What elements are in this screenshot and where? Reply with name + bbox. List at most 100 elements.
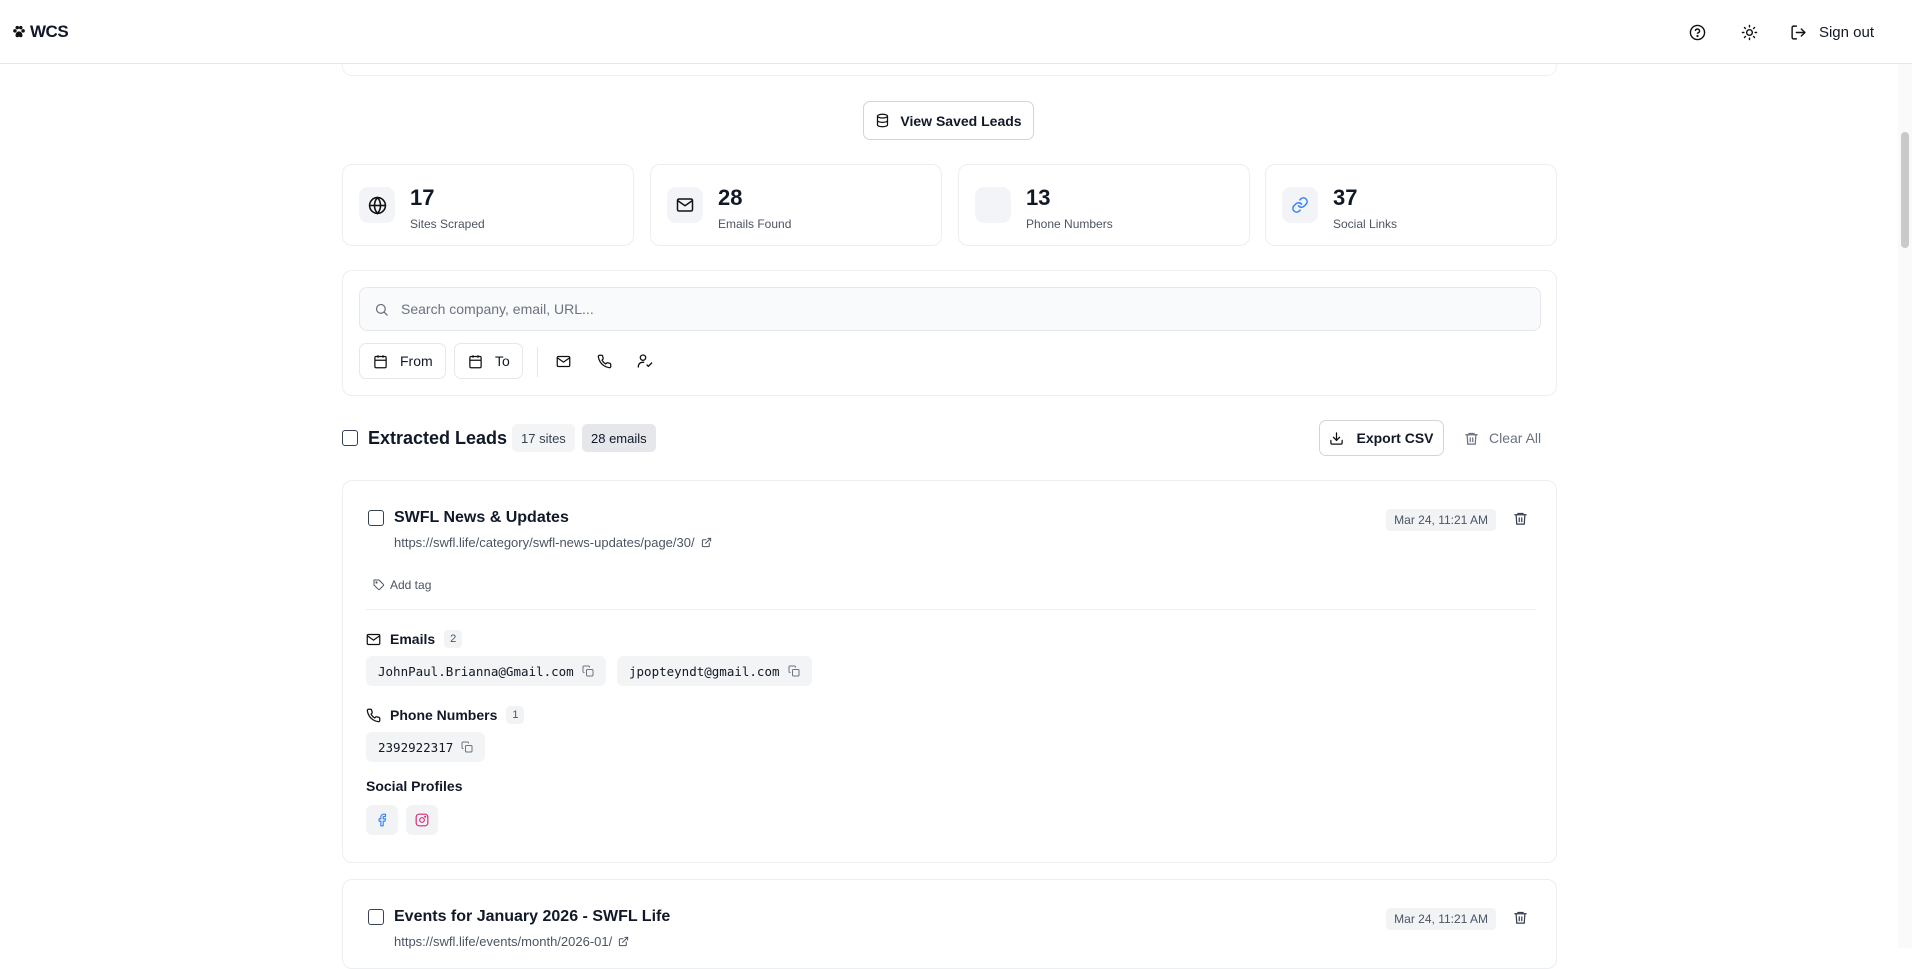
lead-card: SWFL News & Updates https://swfl.life/ca… xyxy=(342,480,1557,863)
lead-select-checkbox[interactable] xyxy=(368,909,384,925)
email-text: JohnPaul.Brianna@Gmail.com xyxy=(378,663,574,679)
copy-icon[interactable] xyxy=(582,665,594,677)
sign-out-label: Sign out xyxy=(1818,23,1874,41)
mail-icon xyxy=(366,632,381,647)
emails-count: 2 xyxy=(444,630,463,648)
clear-all-button[interactable]: Clear All xyxy=(1464,420,1541,456)
email-text: jpopteyndt@gmail.com xyxy=(629,663,780,679)
delete-lead-button[interactable] xyxy=(1513,910,1528,925)
lead-select-checkbox[interactable] xyxy=(368,510,384,526)
sites-count-badge: 17 sites xyxy=(512,424,575,452)
emails-section-header: Emails 2 xyxy=(366,630,463,648)
lead-title: SWFL News & Updates xyxy=(394,509,569,526)
export-csv-button[interactable]: Export CSV xyxy=(1319,420,1444,456)
phone-text: 2392922317 xyxy=(378,739,454,755)
copy-icon[interactable] xyxy=(788,665,800,677)
page-scrollbar[interactable] xyxy=(1898,64,1912,948)
stat-value: 13 xyxy=(1026,185,1051,210)
date-to-label: To xyxy=(495,353,510,369)
filter-panel: From To xyxy=(342,270,1557,396)
date-to-button[interactable]: To xyxy=(454,343,523,379)
filter-has-email-button[interactable] xyxy=(545,343,581,379)
search-icon xyxy=(374,302,389,317)
social-profiles-label: Social Profiles xyxy=(366,778,463,794)
theme-toggle-button[interactable] xyxy=(1724,0,1776,64)
sun-icon xyxy=(1741,24,1758,41)
stat-value: 17 xyxy=(410,185,435,210)
instagram-icon xyxy=(415,813,429,827)
top-navbar: WCS Sign out xyxy=(0,0,1912,64)
stat-label: Emails Found xyxy=(718,217,792,231)
mail-icon xyxy=(667,187,703,223)
stat-card-sites: 17 Sites Scraped xyxy=(342,164,634,246)
select-all-checkbox[interactable] xyxy=(342,430,358,446)
lead-url-text: https://swfl.life/category/swfl-news-upd… xyxy=(394,535,695,550)
phones-count: 1 xyxy=(506,706,525,724)
phones-section-label: Phone Numbers xyxy=(390,707,498,723)
instagram-link[interactable] xyxy=(406,805,438,835)
lead-title: Events for January 2026 - SWFL Life xyxy=(394,908,671,925)
email-chip[interactable]: JohnPaul.Brianna@Gmail.com xyxy=(366,656,606,686)
external-link-icon xyxy=(701,537,712,548)
view-saved-leads-button[interactable]: View Saved Leads xyxy=(863,101,1034,140)
phone-icon xyxy=(366,708,381,723)
sign-out-button[interactable]: Sign out xyxy=(1776,0,1912,64)
user-check-icon xyxy=(637,353,653,369)
filter-divider xyxy=(537,347,538,377)
export-csv-label: Export CSV xyxy=(1356,430,1434,446)
external-link-icon xyxy=(618,936,629,947)
lead-card: Events for January 2026 - SWFL Life http… xyxy=(342,879,1557,969)
mail-icon xyxy=(556,354,571,369)
email-chip[interactable]: jpopteyndt@gmail.com xyxy=(617,656,812,686)
help-button[interactable] xyxy=(1672,0,1724,64)
emails-count-badge: 28 emails xyxy=(582,424,656,452)
phone-chip[interactable]: 2392922317 xyxy=(366,732,486,762)
add-tag-label: Add tag xyxy=(390,578,432,592)
stat-label: Social Links xyxy=(1333,217,1398,231)
facebook-link[interactable] xyxy=(366,805,398,835)
lead-url-text: https://swfl.life/events/month/2026-01/ xyxy=(394,934,613,949)
calendar-icon xyxy=(468,354,483,369)
stat-label: Phone Numbers xyxy=(1026,217,1113,231)
add-tag-button[interactable]: Add tag xyxy=(373,578,431,592)
phone-stat-icon-placeholder xyxy=(975,187,1011,223)
stat-card-emails: 28 Emails Found xyxy=(650,164,942,246)
phone-icon xyxy=(597,354,612,369)
search-input[interactable] xyxy=(401,301,1501,317)
facebook-icon xyxy=(375,813,389,827)
lead-date-badge: Mar 24, 11:21 AM xyxy=(1386,908,1496,930)
globe-icon xyxy=(359,187,395,223)
trash-icon xyxy=(1513,910,1528,925)
leads-title: Extracted Leads xyxy=(368,428,508,448)
clear-all-label: Clear All xyxy=(1489,430,1542,446)
stat-value: 28 xyxy=(718,185,743,210)
calendar-icon xyxy=(373,354,388,369)
help-circle-icon xyxy=(1689,24,1706,41)
app-logo[interactable]: WCS xyxy=(12,22,69,42)
trash-icon xyxy=(1513,511,1528,526)
lead-divider xyxy=(366,609,1536,610)
copy-icon[interactable] xyxy=(461,741,473,753)
filter-has-phone-button[interactable] xyxy=(586,343,622,379)
database-icon xyxy=(875,113,890,128)
stat-card-phones: 13 Phone Numbers xyxy=(958,164,1250,246)
stat-card-social: 37 Social Links xyxy=(1265,164,1557,246)
download-icon xyxy=(1329,431,1344,446)
search-box[interactable] xyxy=(359,287,1541,331)
date-from-button[interactable]: From xyxy=(359,343,446,379)
stat-value: 37 xyxy=(1333,185,1358,210)
paw-icon xyxy=(12,25,26,39)
link-icon xyxy=(1282,187,1318,223)
log-out-icon xyxy=(1790,24,1807,41)
lead-url-link[interactable]: https://swfl.life/category/swfl-news-upd… xyxy=(394,535,712,550)
view-saved-leads-label: View Saved Leads xyxy=(900,112,1022,129)
filter-has-social-button[interactable] xyxy=(627,343,663,379)
delete-lead-button[interactable] xyxy=(1513,511,1528,526)
stat-label: Sites Scraped xyxy=(410,217,485,231)
tag-icon xyxy=(373,579,385,591)
lead-url-link[interactable]: https://swfl.life/events/month/2026-01/ xyxy=(394,934,629,949)
trash-icon xyxy=(1464,431,1479,446)
date-from-label: From xyxy=(400,353,433,369)
scrollbar-thumb[interactable] xyxy=(1901,132,1909,248)
leads-header: Extracted Leads 17 sites 28 emails Expor… xyxy=(342,420,1557,456)
